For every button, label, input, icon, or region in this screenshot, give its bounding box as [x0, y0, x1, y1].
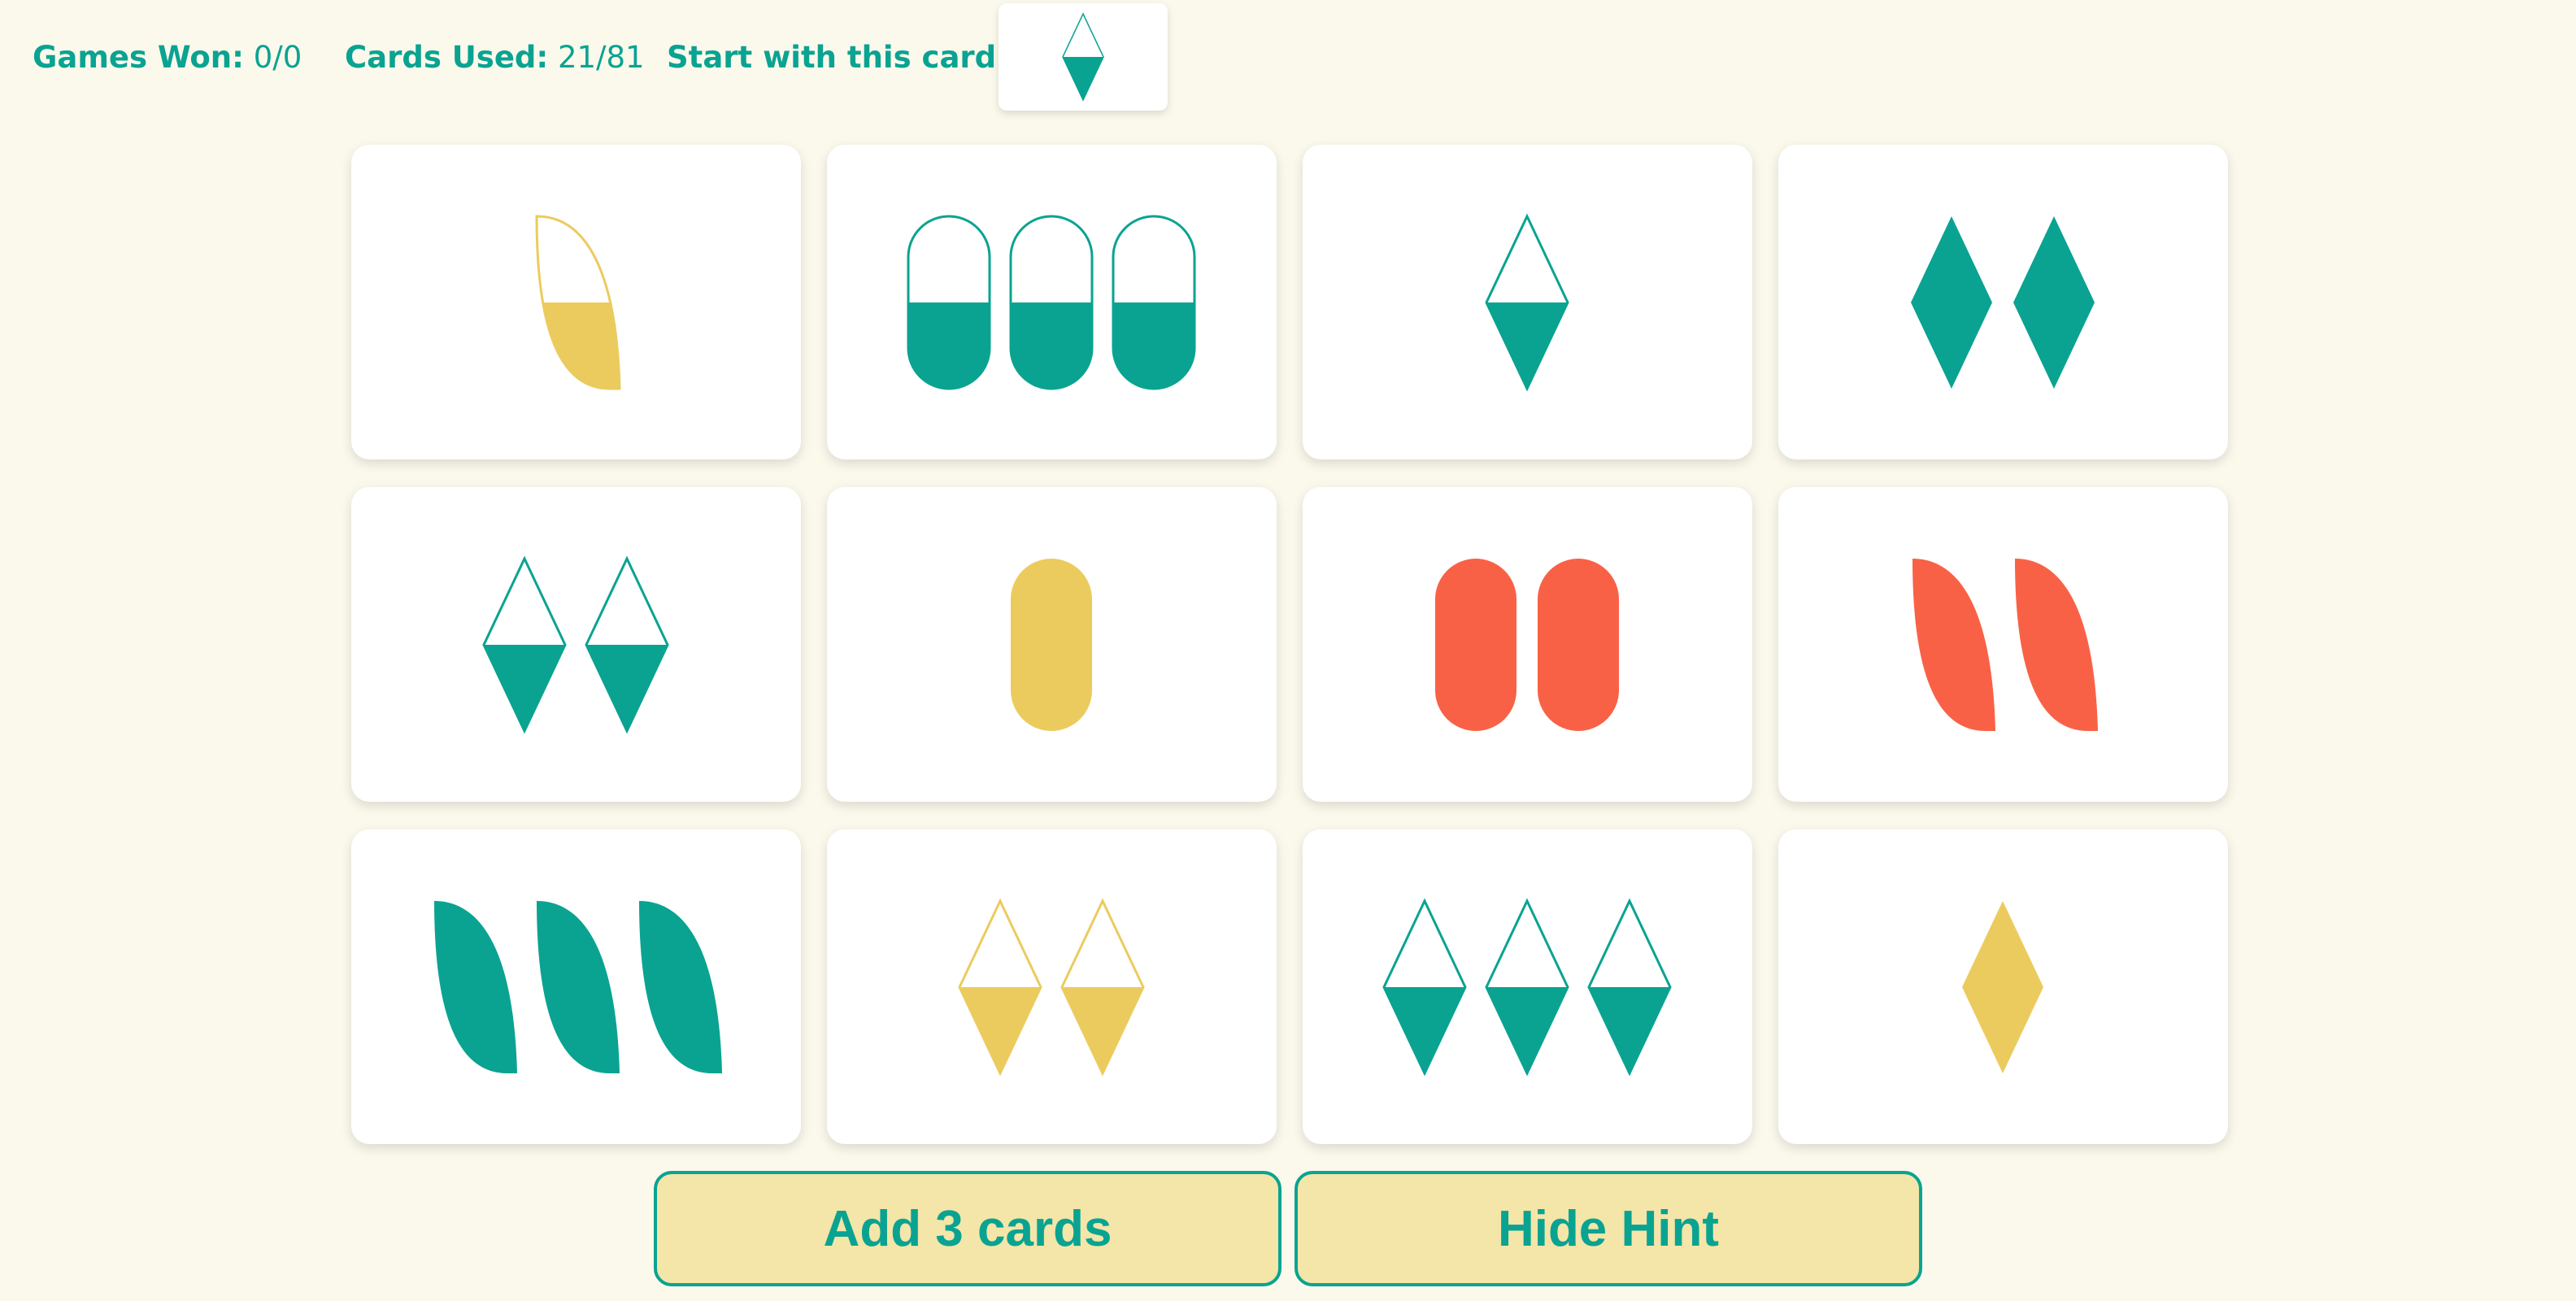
card-symbols	[1061, 12, 1106, 102]
game-card[interactable]	[351, 829, 801, 1144]
card-symbols	[481, 555, 672, 734]
oval-symbol	[1010, 558, 1092, 731]
leaf-symbol	[534, 214, 621, 389]
diamond-symbol	[1961, 900, 2043, 1073]
leaf-symbol	[2014, 558, 2098, 731]
game-card[interactable]	[1303, 487, 1752, 802]
diamond-symbol	[1484, 897, 1569, 1077]
diamond-symbol	[481, 555, 567, 734]
oval-symbol	[1537, 558, 1619, 731]
diamond-symbol	[584, 555, 669, 734]
leaf-symbol	[1912, 558, 1995, 731]
game-card[interactable]	[827, 145, 1277, 459]
cards-used-stat: Cards Used: 21/81	[345, 36, 645, 80]
add-3-cards-button[interactable]: Add 3 cards	[654, 1171, 1281, 1286]
leaf-symbol	[433, 900, 517, 1073]
diamond-symbol	[1382, 897, 1467, 1077]
diamond-symbol	[2012, 215, 2095, 389]
oval-symbol	[907, 215, 990, 389]
start-card-label: Start with this card:	[667, 40, 1008, 75]
start-card	[999, 3, 1168, 111]
diamond-symbol	[1060, 897, 1145, 1077]
cards-used-label: Cards Used:	[345, 40, 549, 75]
games-won-value: 0/0	[253, 40, 302, 75]
leaf-symbol	[536, 900, 620, 1073]
cards-used-value: 21/81	[557, 40, 645, 75]
diamond-symbol	[957, 897, 1042, 1077]
card-symbols	[1432, 555, 1624, 734]
game-card[interactable]	[1778, 487, 2228, 802]
game-card[interactable]	[1778, 145, 2228, 459]
game-card[interactable]	[351, 145, 801, 459]
card-symbols	[905, 213, 1199, 392]
games-won-stat: Games Won: 0/0	[33, 36, 302, 80]
game-card[interactable]	[827, 487, 1277, 802]
games-won-label: Games Won:	[33, 40, 244, 75]
oval-symbol	[1112, 215, 1195, 389]
diamond-symbol	[1586, 897, 1672, 1077]
card-symbols	[1908, 213, 2100, 392]
game-card[interactable]	[1778, 829, 2228, 1144]
card-symbols	[956, 897, 1148, 1077]
diamond-symbol	[1910, 215, 1992, 389]
oval-symbol	[1009, 215, 1093, 389]
card-symbols	[1959, 898, 2048, 1077]
hide-hint-button[interactable]: Hide Hint	[1295, 1171, 1922, 1286]
card-symbols	[1007, 555, 1097, 734]
game-card[interactable]	[1303, 145, 1752, 459]
card-symbols	[1483, 212, 1573, 392]
diamond-symbol	[1061, 12, 1104, 102]
card-symbols	[1381, 897, 1675, 1077]
game-card[interactable]	[351, 487, 801, 802]
game-card[interactable]	[827, 829, 1277, 1144]
oval-symbol	[1434, 558, 1516, 731]
card-symbols	[532, 213, 621, 392]
game-card[interactable]	[1303, 829, 1752, 1144]
diamond-symbol	[1484, 212, 1569, 392]
leaf-symbol	[638, 900, 722, 1073]
card-grid	[351, 145, 2228, 1144]
card-symbols	[429, 898, 724, 1077]
card-symbols	[1908, 555, 2100, 734]
